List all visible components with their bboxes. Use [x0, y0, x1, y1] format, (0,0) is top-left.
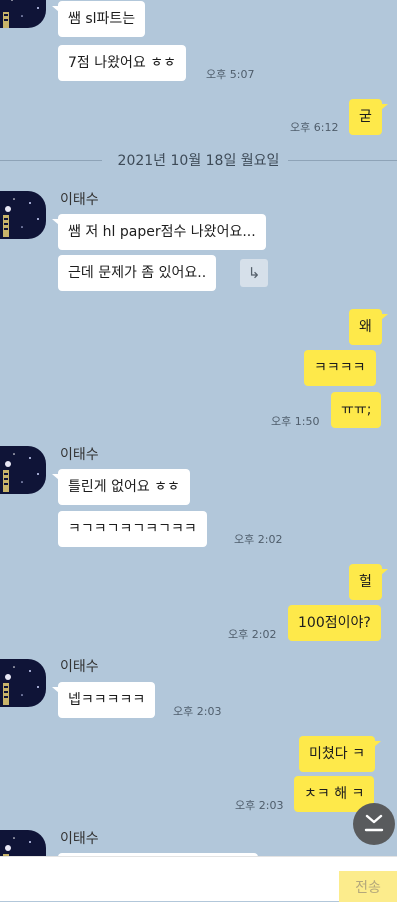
message-text: 넵ㅋㅋㅋㅋㅋ — [68, 692, 146, 708]
message-text: ㅠㅠ; — [341, 402, 372, 418]
message-time: 오후 6:12 — [290, 121, 339, 134]
message-time: 오후 1:50 — [271, 415, 320, 428]
message-time: 오후 5:07 — [206, 68, 255, 81]
message-text: 7점 나왔어요 ㅎㅎ — [68, 55, 176, 71]
message-bubble[interactable]: ㅠㅠ; — [331, 392, 382, 428]
message-bubble[interactable]: 헐 — [349, 564, 388, 600]
message-time: 오후 2:02 — [234, 533, 283, 546]
share-forward-icon: ↳ — [247, 264, 261, 282]
avatar[interactable] — [0, 446, 46, 494]
avatar-image — [0, 659, 46, 707]
message-bubble[interactable]: 굳 — [349, 99, 388, 135]
message-bubble[interactable]: 7점 나왔어요 ㅎㅎ — [58, 45, 186, 81]
message-bubble[interactable]: ㅋㅋㅋㅋ — [304, 350, 376, 386]
message-input[interactable] — [8, 863, 332, 897]
scroll-to-bottom-button[interactable] — [353, 803, 395, 845]
message-text: 미쳤다 ㅋ — [309, 746, 365, 762]
message-bubble[interactable]: 쌤 저 hl paper점수 나왔어요... — [52, 214, 266, 250]
message-text: 100점이야? — [298, 615, 371, 631]
message-time: 오후 2:03 — [173, 705, 222, 718]
message-text: 쌤 저 hl paper점수 나왔어요... — [68, 224, 256, 240]
sender-name: 이태수 — [60, 447, 99, 463]
avatar[interactable] — [0, 191, 46, 239]
chat-area[interactable]: 쌤 sl파트는 7점 나왔어요 ㅎㅎ 오후 5:07 굳 오후 6:12 202… — [0, 0, 397, 856]
message-text: ㅊㅋ 해 ㅋ — [304, 786, 365, 802]
message-input-area: 전송 — [0, 856, 397, 902]
message-bubble[interactable]: 100점이야? — [288, 605, 381, 641]
sender-name: 이태수 — [60, 659, 99, 675]
avatar[interactable] — [0, 0, 46, 28]
forward-button[interactable]: ↳ — [240, 259, 268, 287]
date-separator: 2021년 10월 18일 월요일 — [0, 148, 397, 172]
message-bubble[interactable]: ㅋㄱㅋㄱㅋㄱㅋㄱㅋㅋ — [58, 511, 207, 547]
message-bubble[interactable]: 근데 문제가 좀 있어요.. — [58, 255, 217, 291]
message-bubble[interactable]: 미쳤다 ㅋ — [299, 736, 381, 772]
avatar-image — [0, 830, 46, 856]
message-text: 굳 — [359, 109, 372, 125]
message-time: 오후 2:02 — [228, 628, 277, 641]
message-bubble[interactable]: 틀린게 없어요 ㅎㅎ — [52, 469, 190, 505]
avatar[interactable] — [0, 659, 46, 707]
message-bubble[interactable]: 넵ㅋㅋㅋㅋㅋ — [51, 682, 156, 718]
avatar-image — [0, 0, 46, 28]
message-text: ㅋㄱㅋㄱㅋㄱㅋㄱㅋㅋ — [68, 521, 197, 537]
message-text: 틀린게 없어요 ㅎㅎ — [68, 479, 180, 495]
avatar-image — [0, 191, 46, 239]
message-text: 왜 — [359, 319, 372, 335]
message-text: 헐 — [359, 574, 372, 590]
message-time: 오후 2:03 — [235, 799, 284, 812]
message-bubble[interactable]: 왜 — [349, 309, 388, 345]
sender-name: 이태수 — [60, 831, 99, 847]
chevron-double-down-icon — [364, 814, 384, 832]
avatar[interactable] — [0, 830, 46, 856]
sender-name: 이태수 — [60, 192, 99, 208]
message-text: ㅋㅋㅋㅋ — [314, 360, 366, 376]
message-bubble[interactable]: 쌤 sl파트는 — [51, 1, 146, 37]
avatar-image — [0, 446, 46, 494]
date-label: 2021년 10월 18일 월요일 — [117, 153, 280, 169]
message-text: 쌤 sl파트는 — [68, 11, 136, 27]
message-text: 근데 문제가 좀 있어요.. — [68, 265, 207, 281]
send-button[interactable]: 전송 — [339, 871, 397, 902]
